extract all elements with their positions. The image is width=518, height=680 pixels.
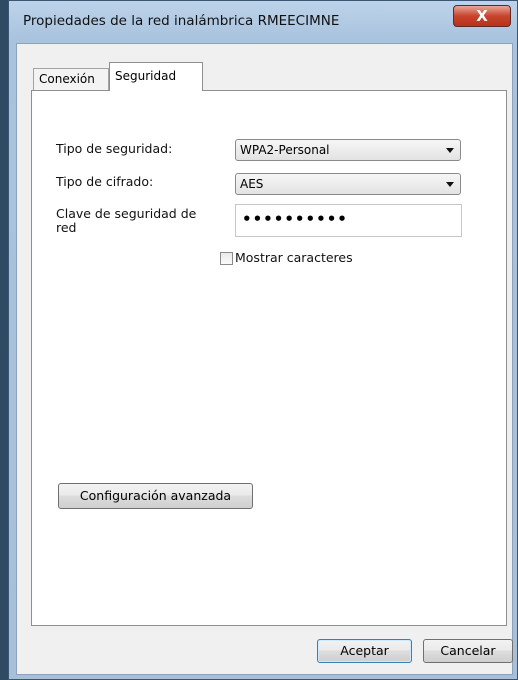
dialog-window: Propiedades de la red inalámbrica RMEECI…: [8, 0, 518, 680]
chevron-down-icon: [446, 148, 454, 153]
cipher-type-label: Tipo de cifrado:: [56, 174, 154, 189]
security-type-select[interactable]: WPA2-Personal: [235, 139, 461, 161]
tab-label: Conexión: [39, 72, 95, 86]
network-key-label: Clave de seguridad de red: [56, 206, 197, 235]
tab-label: Seguridad: [115, 69, 177, 83]
show-characters-label: Mostrar caracteres: [235, 250, 353, 265]
security-type-label: Tipo de seguridad:: [56, 141, 173, 156]
show-characters-checkbox[interactable]: [220, 252, 233, 265]
ok-button[interactable]: Aceptar: [317, 639, 412, 663]
cipher-type-value: AES: [240, 177, 264, 191]
chevron-down-icon: [446, 182, 454, 187]
network-key-field[interactable]: ••••••••••: [235, 204, 462, 237]
close-icon: X: [476, 7, 488, 25]
cancel-button[interactable]: Cancelar: [423, 639, 513, 663]
dialog-client-area: Conexión Seguridad Tipo de seguridad: WP…: [16, 43, 513, 675]
close-button[interactable]: X: [453, 5, 511, 27]
advanced-settings-button[interactable]: Configuración avanzada: [58, 483, 253, 509]
security-type-value: WPA2-Personal: [240, 143, 330, 157]
cipher-type-select[interactable]: AES: [235, 173, 461, 195]
window-title: Propiedades de la red inalámbrica RMEECI…: [23, 13, 340, 29]
tab-conexion[interactable]: Conexión: [33, 68, 109, 90]
security-tab-panel: Tipo de seguridad: WPA2-Personal Tipo de…: [31, 90, 507, 626]
tab-seguridad[interactable]: Seguridad: [109, 62, 203, 91]
